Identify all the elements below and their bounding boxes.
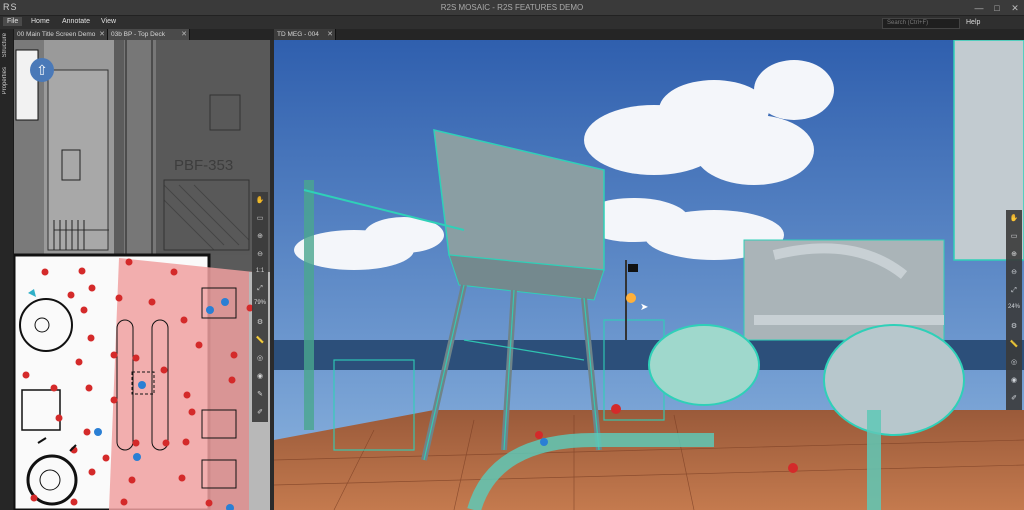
edit-icon[interactable]: ✐ <box>255 408 265 418</box>
zoom-level: 79% <box>253 300 266 306</box>
zoom-in-icon[interactable]: ⊕ <box>255 232 265 242</box>
tab-top-deck[interactable]: 03b BP - Top Deck ✕ <box>108 29 190 40</box>
window-title: R2S MOSAIC - R2S FEATURES DEMO <box>440 3 584 12</box>
tab-label: TD MEG - 004 <box>277 31 319 38</box>
tab-close-icon[interactable]: ✕ <box>181 29 187 40</box>
scale-label: 1:1 <box>255 268 265 274</box>
pen-icon[interactable]: ✎ <box>255 390 265 400</box>
floorplan-canvas: PBF-353 <box>14 40 270 510</box>
floorplan-view[interactable]: PBF-353 ⇧ ✋ ▭ ⊕ ⊖ 1:1 ⤢ 79% ⚙ 📏 ◎ ◉ ✎ ✐ <box>14 40 270 510</box>
pointer-cursor-icon: ➤ <box>640 302 649 313</box>
pin-icon[interactable]: ◉ <box>1009 376 1019 386</box>
help-button[interactable]: Help <box>966 19 980 26</box>
menu-view[interactable]: View <box>97 17 120 26</box>
search-input[interactable]: Search (Ctrl+F) <box>882 18 960 29</box>
floorplan-toolbar: ✋ ▭ ⊕ ⊖ 1:1 ⤢ 79% ⚙ 📏 ◎ ◉ ✎ ✐ <box>252 192 268 422</box>
layers-icon[interactable]: ◎ <box>255 354 265 364</box>
zoom-level: 24% <box>1007 304 1020 310</box>
settings-icon[interactable]: ⚙ <box>255 318 265 328</box>
side-panel: Structure Properties <box>0 29 14 510</box>
maximize-button[interactable]: □ <box>988 0 1006 16</box>
structure-tab[interactable]: Structure <box>2 33 8 57</box>
tab-main-title-screen[interactable]: 00 Main Title Screen Demo ✕ <box>14 29 108 40</box>
edit-icon[interactable]: ✐ <box>1009 394 1019 404</box>
tab-td-meg-004[interactable]: TD MEG - 004 ✕ <box>274 29 336 40</box>
menu-bar: File Home Annotate View Search (Ctrl+F) … <box>0 16 1024 29</box>
measure-icon[interactable]: 📏 <box>1009 340 1019 350</box>
menu-annotate[interactable]: Annotate <box>58 17 94 26</box>
room-label: PBF-353 <box>174 157 233 174</box>
properties-tab[interactable]: Properties <box>2 67 8 94</box>
tab-close-icon[interactable]: ✕ <box>99 29 105 40</box>
rectangle-select-icon[interactable]: ▭ <box>1009 232 1019 242</box>
tab-label: 00 Main Title Screen Demo <box>17 31 96 38</box>
measure-icon[interactable]: 📏 <box>255 336 265 346</box>
panorama-canvas <box>274 40 1024 510</box>
panorama-view[interactable]: ➤ ✋ ▭ ⊕ ⊖ ⤢ 24% ⚙ 📏 ◎ ◉ ✐ <box>274 40 1024 510</box>
tab-close-icon[interactable]: ✕ <box>327 29 333 40</box>
hand-icon[interactable]: ✋ <box>255 196 265 206</box>
zoom-in-icon[interactable]: ⊕ <box>1009 250 1019 260</box>
pin-icon[interactable]: ◉ <box>255 372 265 382</box>
fit-icon[interactable]: ⤢ <box>255 284 265 294</box>
tab-label: 03b BP - Top Deck <box>111 31 165 38</box>
minimize-button[interactable]: — <box>970 0 988 16</box>
document-tabs: 00 Main Title Screen Demo ✕ 03b BP - Top… <box>14 29 1024 40</box>
rectangle-select-icon[interactable]: ▭ <box>255 214 265 224</box>
layers-icon[interactable]: ◎ <box>1009 358 1019 368</box>
fit-icon[interactable]: ⤢ <box>1009 286 1019 296</box>
menu-file[interactable]: File <box>3 17 23 26</box>
hand-icon[interactable]: ✋ <box>1009 214 1019 224</box>
zoom-out-icon[interactable]: ⊖ <box>1009 268 1019 278</box>
menu-home[interactable]: Home <box>27 17 54 26</box>
panorama-toolbar: ✋ ▭ ⊕ ⊖ ⤢ 24% ⚙ 📏 ◎ ◉ ✐ <box>1006 210 1022 410</box>
title-bar: RS R2S MOSAIC - R2S FEATURES DEMO — □ ✕ <box>0 0 1024 16</box>
up-arrow-icon[interactable]: ⇧ <box>30 58 54 82</box>
zoom-out-icon[interactable]: ⊖ <box>255 250 265 260</box>
settings-icon[interactable]: ⚙ <box>1009 322 1019 332</box>
close-window-button[interactable]: ✕ <box>1006 0 1024 16</box>
